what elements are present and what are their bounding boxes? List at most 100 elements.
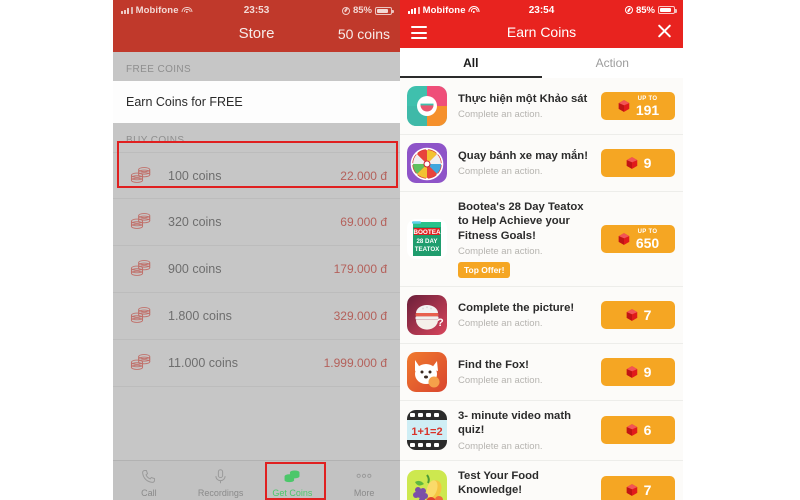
coin-pack-label: 320 coins [168,215,222,229]
coin-stack-icon-wrap [126,352,156,374]
reward-value: 9 [643,364,652,381]
tab-recordings[interactable]: Recordings [185,461,257,500]
offer-text-block: Thực hiện một Khảo sát Complete an actio… [447,92,601,120]
coin-balance-label: 50 coins [337,26,390,42]
svg-text:28 DAY: 28 DAY [416,238,438,245]
coin-stack-icon [130,260,151,276]
offer-row[interactable]: BOOTEA 28 DAY TEATOX Bootea's 28 Day Tea… [400,192,683,288]
earn-coins-for-free-row[interactable]: Earn Coins for FREE [113,81,400,123]
offer-text-block: 3- minute video math quiz! Complete an a… [447,409,601,452]
close-icon[interactable] [657,24,672,39]
coins-icon [284,469,300,482]
tab-call-label: Call [141,487,157,498]
earn-coins-for-free-label: Earn Coins for FREE [126,95,243,109]
reward-value: 9 [643,155,652,171]
battery-icon [375,6,394,15]
coin-stack-icon [130,354,151,370]
right-phone-screen: Mobifone 23:54 85% Earn Coins All Action [400,0,683,500]
offer-reward-button[interactable]: 9 [601,358,675,387]
gem-icon [618,100,630,112]
tab-get-coins[interactable]: Get Coins [257,461,329,500]
offer-row[interactable]: ? Complete the picture! Complete an acti… [400,287,683,345]
status-time: 23:54 [528,4,555,16]
coin-pack-row[interactable]: 1.800 coins 329.000 đ [113,293,400,340]
tab-call[interactable]: Call [113,461,185,500]
offer-reward-button[interactable]: 6 [601,416,675,445]
tab-get-coins-label: Get Coins [272,487,313,498]
coin-pack-row[interactable]: 900 coins 179.000 đ [113,246,400,293]
gem-icon [626,424,637,437]
coin-pack-label: 900 coins [168,262,222,276]
up-to-label: UP TO [637,95,658,102]
offer-app-icon: ? [407,295,447,336]
tab-more[interactable]: More [328,461,400,500]
coin-stack-icon [130,166,151,183]
left-nav-bar: Store 50 coins [113,21,400,52]
left-tab-bar: Call Recordings Get Coins More [113,460,400,500]
svg-text:?: ? [437,317,444,329]
offer-subtitle: Complete an action. [458,166,543,178]
reward-value: 6 [643,422,652,439]
offer-app-icon: BOOTEA 28 DAY TEATOX [407,219,447,260]
offer-row[interactable]: Thực hiện một Khảo sát Complete an actio… [400,78,683,135]
gem-icon [626,366,637,378]
battery-icon [658,6,677,14]
offer-reward-button[interactable]: 7 [601,301,675,330]
reward-value: 191 [635,101,660,118]
tab-recordings-label: Recordings [197,487,244,498]
coin-pack-row[interactable]: 100 coins 22.000 đ [113,152,400,199]
coin-stack-icon-wrap [126,165,156,187]
coin-stack-icon [130,307,151,323]
offer-app-icon [407,143,447,183]
coin-stack-icon-wrap [126,305,156,327]
svg-text:BOOTEA: BOOTEA [413,229,441,236]
offer-reward-button[interactable]: 7 [601,476,675,500]
fox-icon [407,352,447,393]
offer-text-block: Quay bánh xe may mắn! Complete an action… [447,149,601,177]
right-status-bar: Mobifone 23:54 85% [400,0,683,20]
offer-reward-button[interactable]: UP TO 650 [601,225,675,254]
coin-pack-price: 22.000 đ [340,168,387,183]
coin-stack-icon [130,213,151,229]
offer-reward-button[interactable]: 9 [601,149,675,177]
offer-text-block: Bootea's 28 Day Teatox to Help Achieve y… [447,200,601,279]
gem-icon [626,157,637,169]
status-time: 23:53 [243,5,270,16]
offer-app-icon: 1+1=2 [407,410,447,451]
coin-pack-row[interactable]: 11.000 coins 1.999.000 đ [113,340,400,387]
tab-all-label: All [463,56,479,70]
offer-row[interactable]: Quay bánh xe may mắn! Complete an action… [400,135,683,192]
tab-all[interactable]: All [400,48,542,78]
offer-title: 3- minute video math quiz! [458,410,571,437]
reward-up-to-group: UP TO 191 [636,96,659,117]
offer-reward-button[interactable]: UP TO 191 [601,92,675,120]
store-body: FREE COINS Earn Coins for FREE BUY COINS… [113,52,400,469]
offer-title: Complete the picture! [458,301,575,314]
spin-wheel-icon [407,143,447,183]
coin-stack-icon-wrap [126,211,156,233]
offer-row[interactable]: 1+1=2 3- minute video math quiz! Complet… [400,401,683,461]
screenshot-root: Mobifone 23:53 85% Store 50 coins FREE C… [0,0,800,500]
tab-action-label: Action [595,56,629,70]
coin-pack-price: 179.000 đ [333,262,387,276]
offer-subtitle: Complete an action. [458,109,543,121]
burger-puzzle-icon: ? [407,295,447,336]
coin-pack-label: 1.800 coins [168,309,232,323]
offer-title: Thực hiện một Khảo sát [458,92,588,105]
offer-subtitle: Complete an action. [458,318,543,330]
offer-row[interactable]: Test Your Food Knowledge! Complete an ac… [400,460,683,500]
location-icon [341,6,350,15]
tab-more-label: More [353,487,375,498]
reward-value: 7 [643,307,652,324]
offer-app-icon [407,352,447,393]
offer-subtitle: Complete an action. [458,246,543,258]
survey-icon [407,86,447,126]
coin-pack-row[interactable]: 320 coins 69.000 đ [113,199,400,246]
tab-action[interactable]: Action [542,48,684,78]
reward-value: 650 [635,234,660,251]
coin-pack-list: 100 coins 22.000 đ 320 coins 69.000 đ 900 … [113,152,400,387]
coin-pack-label: 100 coins [168,168,222,183]
gem-icon [626,309,637,321]
buy-coins-heading: BUY COINS [126,135,185,146]
offer-row[interactable]: Find the Fox! Complete an action. 9 [400,344,683,402]
